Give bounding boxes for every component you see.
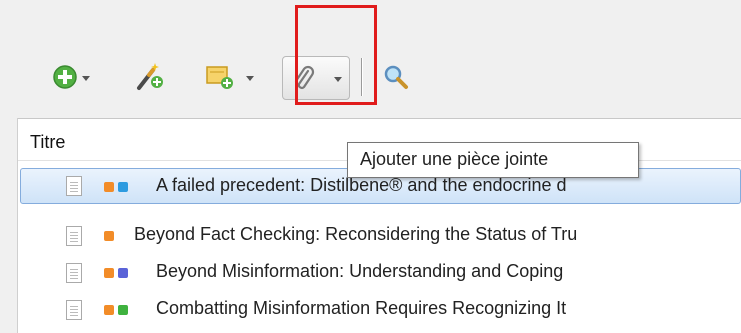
add-attachment-button[interactable]: [282, 56, 350, 100]
toolbar: [0, 0, 741, 118]
attachment-dropdown-arrow[interactable]: [334, 77, 342, 82]
row-title: A failed precedent: Distilbene® and the …: [156, 175, 567, 195]
new-item-dropdown-arrow[interactable]: [82, 76, 90, 81]
row-title: Beyond Misinformation: Understanding and…: [156, 261, 564, 281]
attachment-icon: [294, 65, 315, 89]
row-title: Combatting Misinformation Requires Recog…: [156, 298, 567, 318]
list-left-pane-edge: [0, 118, 18, 333]
search-icon[interactable]: [383, 64, 409, 90]
toolbar-separator: [361, 58, 362, 96]
document-icon: [66, 176, 82, 196]
column-header-title[interactable]: Titre: [30, 132, 65, 153]
tag-color-icon: [118, 305, 128, 315]
row-title: Beyond Fact Checking: Reconsidering the …: [134, 224, 578, 244]
tag-color-icon: [104, 268, 114, 278]
add-by-identifier-icon[interactable]: [133, 60, 165, 92]
document-icon: [66, 300, 82, 320]
tag-color-icon: [118, 268, 128, 278]
tag-color-icon: [104, 305, 114, 315]
new-note-dropdown-arrow[interactable]: [246, 76, 254, 81]
tag-color-icon: [104, 182, 114, 192]
document-icon: [66, 263, 82, 283]
tooltip: Ajouter une pièce jointe: [347, 142, 639, 178]
document-icon: [66, 226, 82, 246]
new-item-icon[interactable]: [52, 64, 78, 90]
tag-color-icon: [118, 182, 128, 192]
tag-color-icon: [104, 231, 114, 241]
new-note-icon[interactable]: [205, 62, 237, 92]
